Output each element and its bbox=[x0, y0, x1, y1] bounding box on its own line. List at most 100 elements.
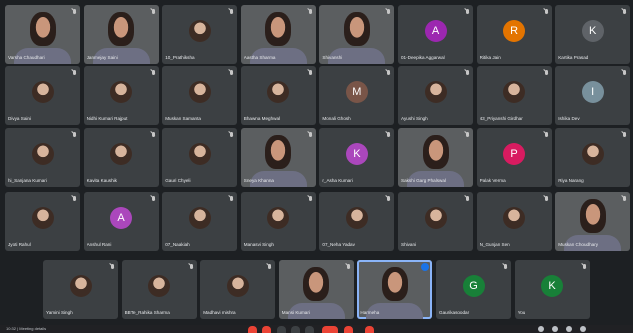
avatar bbox=[503, 206, 526, 229]
mic-muted-icon bbox=[544, 9, 548, 14]
participant-tile[interactable]: K Kartika Prasad bbox=[555, 5, 631, 64]
leave-button[interactable] bbox=[365, 326, 374, 333]
participant-tile[interactable]: Divya Saini bbox=[5, 66, 80, 125]
participant-tile[interactable]: Riya Narang bbox=[555, 128, 631, 187]
more-options-button[interactable] bbox=[305, 326, 314, 333]
mic-muted-icon bbox=[582, 264, 586, 269]
participant-tile[interactable]: Shivani bbox=[398, 192, 473, 251]
video-feed bbox=[381, 267, 408, 302]
avatar: P bbox=[503, 142, 526, 165]
participant-tile[interactable]: Nidhi Kumari Rajput bbox=[83, 66, 159, 125]
participant-name: Muskan Samanta bbox=[165, 116, 201, 121]
avatar bbox=[503, 80, 526, 103]
info-icon[interactable] bbox=[538, 326, 544, 332]
mic-muted-icon bbox=[73, 70, 76, 75]
activities-icon[interactable] bbox=[580, 326, 586, 332]
participant-tile[interactable]: Aastha Sharma bbox=[240, 5, 316, 64]
avatar bbox=[31, 206, 54, 229]
participant-tile[interactable]: K You bbox=[514, 260, 590, 319]
participant-tile[interactable]: P Palak Verma bbox=[476, 128, 552, 187]
participant-tile[interactable]: Varsha Chaudhari bbox=[5, 5, 80, 64]
participant-name: You bbox=[517, 310, 526, 315]
participant-name: Divya Saini bbox=[8, 116, 31, 121]
avatar: K bbox=[541, 274, 564, 297]
video-feed bbox=[108, 12, 135, 47]
people-icon[interactable] bbox=[552, 326, 558, 332]
avatar bbox=[188, 19, 211, 42]
participant-name: Gauri Chyeli bbox=[165, 178, 191, 183]
participant-tile[interactable]: A 01-Deepika Aggarwal bbox=[398, 5, 473, 64]
mic-muted-icon bbox=[230, 132, 234, 137]
participant-tile[interactable]: 43_Priyanshi Girdhar bbox=[476, 66, 552, 125]
participant-name: Janmejay Saini bbox=[86, 55, 118, 60]
video-feed bbox=[265, 12, 292, 47]
mic-muted-icon bbox=[189, 264, 193, 269]
mic-muted-icon bbox=[544, 70, 548, 75]
avatar: M bbox=[345, 80, 368, 103]
participant-tile[interactable]: 07_Neha Yadav bbox=[319, 192, 395, 251]
participant-name: Shivani bbox=[401, 242, 417, 247]
participant-tile[interactable]: N_Gunjan Sen bbox=[476, 192, 552, 251]
participant-tile[interactable]: 07_Naakiah bbox=[162, 192, 238, 251]
participant-name: Kavita Kaushik bbox=[86, 178, 117, 183]
avatar: R bbox=[503, 19, 526, 42]
participant-tile[interactable]: Shivanshi bbox=[319, 5, 395, 64]
mic-muted-icon bbox=[623, 70, 627, 75]
participant-tile[interactable]: Muskan Choudhary bbox=[555, 192, 631, 251]
participant-tile[interactable]: BBTe_Rahika Sharma bbox=[121, 260, 197, 319]
participant-tile[interactable]: hi_Sanjana Kumari bbox=[5, 128, 80, 187]
avatar: K bbox=[581, 19, 604, 42]
participant-tile[interactable]: Manasvi Singh bbox=[240, 192, 316, 251]
camera-button[interactable] bbox=[262, 326, 271, 333]
mic-muted-icon bbox=[230, 196, 234, 201]
end-call-button[interactable] bbox=[322, 326, 338, 333]
participant-tile[interactable]: M Monali Ghosh bbox=[319, 66, 395, 125]
participant-name: Ishika Dev bbox=[558, 116, 580, 121]
participant-tile[interactable]: Ayushi Singh bbox=[398, 66, 473, 125]
captions-button[interactable] bbox=[344, 326, 353, 333]
chat-icon[interactable] bbox=[566, 326, 572, 332]
avatar: K bbox=[345, 142, 368, 165]
mic-muted-icon bbox=[230, 9, 234, 14]
participant-tile[interactable]: Madhavi mishra bbox=[200, 260, 276, 319]
mic-muted-icon bbox=[504, 264, 507, 269]
participant-tile[interactable]: Muskan Samanta bbox=[162, 66, 238, 125]
participant-tile[interactable]: Jyoti Rahul bbox=[5, 192, 80, 251]
participant-tile[interactable]: I Ishika Dev bbox=[555, 66, 631, 125]
video-feed bbox=[343, 12, 370, 47]
participant-name: Madhavi mishra bbox=[203, 310, 236, 315]
avatar bbox=[267, 206, 290, 229]
participant-tile[interactable]: Harmeha bbox=[357, 260, 433, 319]
avatar: A bbox=[424, 19, 447, 42]
participant-tile[interactable]: A Anshul Rani bbox=[83, 192, 159, 251]
mic-muted-icon bbox=[73, 132, 76, 137]
mic-muted-icon bbox=[623, 196, 627, 201]
participant-tile[interactable]: Kr_Asha Kumari bbox=[319, 128, 395, 187]
raise-hand-button[interactable] bbox=[291, 326, 300, 333]
participant-name: Kartika Prasad bbox=[558, 55, 589, 60]
participant-name: Muskan Choudhary bbox=[558, 242, 599, 247]
participant-tile[interactable]: R Ritika Jain bbox=[476, 5, 552, 64]
participant-name: BBTe_Rahika Sharma bbox=[124, 310, 170, 315]
present-button[interactable] bbox=[277, 326, 286, 333]
participant-tile[interactable]: Yamini Singh bbox=[43, 260, 118, 319]
participant-tile[interactable]: Janmejay Saini bbox=[83, 5, 159, 64]
participant-tile[interactable]: Gauri Chyeli bbox=[162, 128, 238, 187]
participant-tile[interactable]: G Gaurikasoodar bbox=[436, 260, 511, 319]
participant-tile[interactable]: Sakshi Garg Phalswal bbox=[398, 128, 473, 187]
participant-tile[interactable]: Sneya Khanna bbox=[240, 128, 316, 187]
avatar bbox=[267, 80, 290, 103]
mic-button[interactable] bbox=[248, 326, 257, 333]
participant-name: hi_Sanjana Kumari bbox=[8, 178, 47, 183]
participant-name: r_Asha Kumari bbox=[322, 178, 353, 183]
participant-tile[interactable]: Mansi Kumari bbox=[278, 260, 354, 319]
avatar bbox=[110, 142, 133, 165]
participant-tile[interactable]: 10_Prathiksha bbox=[162, 5, 238, 64]
mic-muted-icon bbox=[308, 196, 312, 201]
meeting-details-text[interactable]: 10:32 | Meeting details bbox=[6, 326, 46, 332]
mic-muted-icon bbox=[387, 70, 391, 75]
participant-tile[interactable]: Bhawna Meghwal bbox=[240, 66, 316, 125]
mic-muted-icon bbox=[73, 9, 76, 14]
participant-name: Sakshi Garg Phalswal bbox=[401, 178, 446, 183]
participant-tile[interactable]: Kavita Kaushik bbox=[83, 128, 159, 187]
